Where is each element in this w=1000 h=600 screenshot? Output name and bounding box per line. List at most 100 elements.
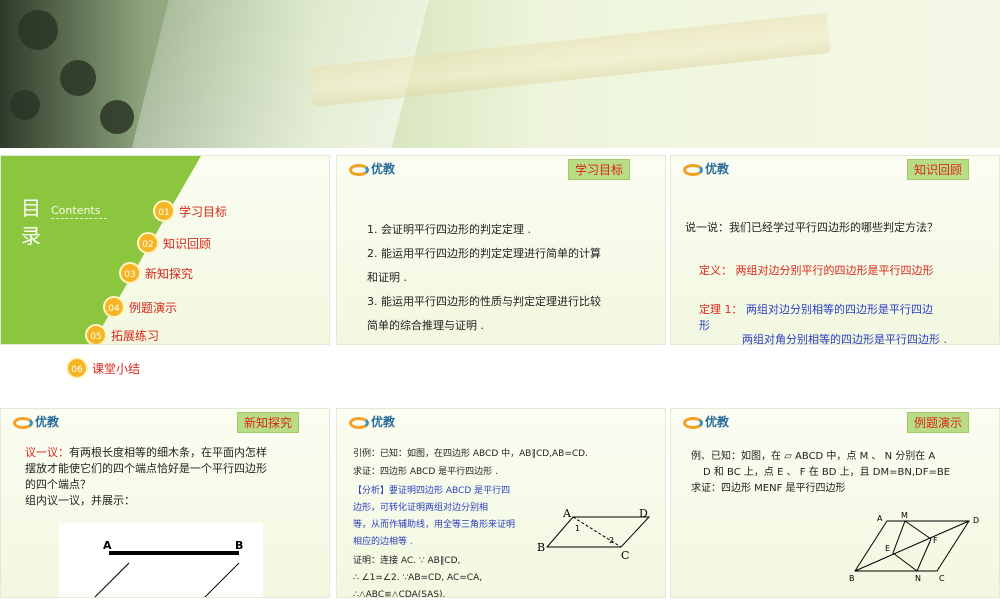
banner-calculator-key-graphic xyxy=(60,60,96,96)
example-text: 例、已知：如图，在 ▱ ABCD 中，点 M 、 N 分别在 A D 和 BC … xyxy=(691,449,997,497)
logo-text: 优教 xyxy=(35,415,60,429)
logo-swirl-icon xyxy=(683,163,703,176)
analysis-line: 【分析】要证明四边形 ABCD 是平行四 xyxy=(353,486,511,496)
group-instruction: 组内议一议，并展示： xyxy=(25,494,135,507)
example-line: D 和 BC 上，点 E 、 F 在 BD 上，且 DM=BN,DF=BE xyxy=(703,467,951,478)
toc-number-badge: 04 xyxy=(103,296,125,318)
objective-line: 简单的综合推理与证明 . xyxy=(367,319,484,332)
point-a-label: A xyxy=(103,539,112,552)
discussion-text: 议一议：有两根长度相等的细木条，在平面内怎样 摆放才能使它们的四个端点恰好是一个… xyxy=(25,445,315,509)
stick-slant xyxy=(94,562,130,597)
section-tag: 学习目标 xyxy=(568,159,631,180)
logo-text: 优教 xyxy=(371,415,396,429)
logo-text: 优教 xyxy=(705,415,730,429)
logo-text: 优教 xyxy=(371,162,396,176)
toc-item-label: 课堂小结 xyxy=(92,361,141,376)
contents-label: Contents xyxy=(51,204,101,217)
theorem-text: 两组对边分别相等的四边形是平行四边 xyxy=(746,303,933,316)
review-question: 说一说：我们已经学过平行四边形的哪些判定方法？ xyxy=(685,221,938,234)
toc-item-label: 拓展练习 xyxy=(111,328,160,343)
toc-item-5[interactable]: 05 拓展练习 xyxy=(85,324,160,344)
angle-2-label: 2 xyxy=(609,536,614,545)
logo: 优教 xyxy=(349,160,395,177)
label-d: D xyxy=(973,516,979,525)
quadrilateral-figure: A B C D 1 2 xyxy=(537,507,651,561)
toc-item-2[interactable]: 02 知识回顾 xyxy=(137,232,211,254)
definition-line: 定义： 两组对边分别平行的四边形是平行四边形 xyxy=(699,259,934,283)
logo-swirl-icon xyxy=(683,416,703,429)
parallelogram-figure: A M D E F B N C xyxy=(849,511,979,583)
stick-figure-panel: A B xyxy=(59,523,263,597)
definition-text: 两组对边分别平行的四边形是平行四边形 xyxy=(735,264,934,277)
diagonal-bd xyxy=(854,520,970,572)
objective-line: 1. 会证明平行四边形的判定定理 . xyxy=(367,223,531,236)
toc-number-badge: 02 xyxy=(137,232,159,254)
label-d: D xyxy=(639,507,648,520)
slide-thumbnail-review[interactable]: 优教 知识回顾 说一说：我们已经学过平行四边形的哪些判定方法？ 定义： 两组对边… xyxy=(670,155,1000,345)
toc-item-label: 新知探究 xyxy=(145,266,194,281)
quad-abcd xyxy=(545,516,651,548)
objective-line: 2. 能运用平行四边形的判定定理进行简单的计算 xyxy=(367,247,601,260)
header-banner xyxy=(0,0,1000,148)
label-e: E xyxy=(885,544,890,553)
discussion-line: 的四个端点？ xyxy=(25,478,91,491)
logo: 优教 xyxy=(13,413,59,430)
toc-number-badge: 05 xyxy=(85,324,107,344)
proof-line: ∴△ABC≌△CDA(SAS). xyxy=(353,590,446,598)
label-a: A xyxy=(562,507,572,520)
slide-thumbnail-example[interactable]: 优教 例题演示 例、已知：如图，在 ▱ ABCD 中，点 M 、 N 分别在 A… xyxy=(670,408,1000,598)
label-f: F xyxy=(933,536,938,545)
theorem-text-wrap: 形 xyxy=(699,319,710,332)
proof-line: ∴ ∠1=∠2. ∵AB=CD, AC=CA, xyxy=(353,573,483,583)
logo-swirl-icon xyxy=(13,416,33,429)
banner-calculator-key-graphic xyxy=(100,100,134,134)
toc-item-label: 知识回顾 xyxy=(163,236,212,251)
label-n: N xyxy=(915,574,921,583)
logo-swirl-icon xyxy=(349,416,369,429)
objective-line: 3. 能运用平行四边形的性质与判定定理进行比较 xyxy=(367,295,601,308)
slide-thumbnail-objectives[interactable]: 优教 学习目标 1. 会证明平行四边形的判定定理 . 2. 能运用平行四边形的判… xyxy=(336,155,666,345)
toc-item-6[interactable]: 06 课堂小结 xyxy=(66,357,140,379)
label-b: B xyxy=(849,574,855,583)
toc-number-badge: 01 xyxy=(153,200,175,222)
example-line: 求证：四边形 MENF 是平行四边形 xyxy=(691,483,846,494)
stick-figure: A B xyxy=(94,539,243,597)
toc-item-3[interactable]: 03 新知探究 xyxy=(119,262,193,284)
label-b: B xyxy=(537,541,545,554)
logo: 优教 xyxy=(683,413,729,430)
point-b-label: B xyxy=(235,539,243,552)
slide-thumbnail-proof[interactable]: 优教 引例：已知：如图，在四边形 ABCD 中，AB∥CD,AB=CD. 求证：… xyxy=(336,408,666,598)
objectives-text: 1. 会证明平行四边形的判定定理 . 2. 能运用平行四边形的判定定理进行简单的… xyxy=(367,218,657,338)
prove-line: 求证：四边形 ABCD 是平行四边形 . xyxy=(353,467,498,477)
given-line: 引例：已知：如图，在四边形 ABCD 中，AB∥CD,AB=CD. xyxy=(353,449,588,459)
stick-slant xyxy=(204,562,240,597)
slide-thumbnail-toc[interactable]: 目录 Contents 01 学习目标 02 知识回顾 03 新知探究 04 例… xyxy=(0,155,330,345)
toc-item-label: 学习目标 xyxy=(179,204,228,219)
toc-title: 目录 xyxy=(21,196,41,248)
section-tag: 新知探究 xyxy=(237,412,300,433)
toc-number-badge: 03 xyxy=(119,262,141,284)
objective-line: 和证明 . xyxy=(367,271,407,284)
logo: 优教 xyxy=(349,413,395,430)
logo-text: 优教 xyxy=(705,162,730,176)
label-a: A xyxy=(877,514,883,523)
toc-item-4[interactable]: 04 例题演示 xyxy=(103,296,177,318)
definition-label: 定义： xyxy=(699,264,732,277)
discussion-line: 摆放才能使它们的四个端点恰好是一个平行四边形 xyxy=(25,462,267,475)
theorem-label: 定理 1： xyxy=(699,303,743,316)
banner-calculator-key-graphic xyxy=(18,10,58,50)
angle-1-label: 1 xyxy=(575,524,580,533)
label-c: C xyxy=(621,549,629,561)
logo: 优教 xyxy=(683,160,729,177)
discussion-label: 议一议： xyxy=(25,446,69,459)
banner-calculator-key-graphic xyxy=(10,90,40,120)
logo-swirl-icon xyxy=(349,163,369,176)
label-m: M xyxy=(901,511,908,520)
example-line: 例、已知：如图，在 ▱ ABCD 中，点 M 、 N 分别在 A xyxy=(691,451,936,462)
toc-number-badge: 06 xyxy=(66,357,88,379)
slide-thumbnail-explore[interactable]: 优教 新知探究 议一议：有两根长度相等的细木条，在平面内怎样 摆放才能使它们的四… xyxy=(0,408,330,598)
theorem-line-2: 两组对角分别相等的四边形是平行四边形 . xyxy=(742,333,947,346)
section-tag: 例题演示 xyxy=(907,412,970,433)
toc-item-1[interactable]: 01 学习目标 xyxy=(153,200,227,222)
discussion-line: 有两根长度相等的细木条，在平面内怎样 xyxy=(69,446,267,459)
